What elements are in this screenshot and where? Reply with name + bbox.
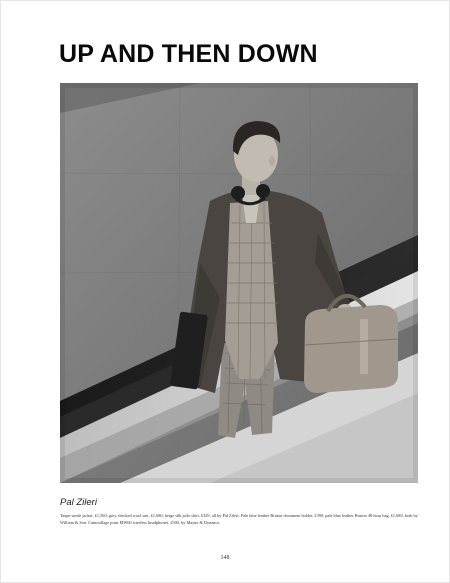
designer-credit: Pal Zileri xyxy=(60,497,97,508)
editorial-photo xyxy=(60,83,418,483)
outfit-credits: Taupe suede jacket, £1,560; grey checked… xyxy=(60,513,418,525)
page-number: 148 xyxy=(220,555,230,561)
headline: UP AND THEN DOWN xyxy=(59,40,318,68)
